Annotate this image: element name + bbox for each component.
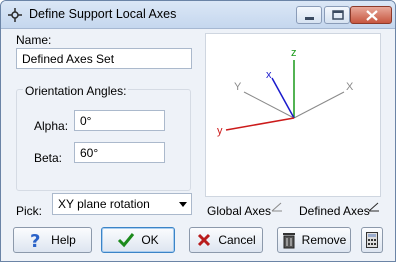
help-button[interactable]: ? Help bbox=[13, 227, 92, 253]
orientation-group bbox=[16, 89, 191, 191]
cancel-button-label: Cancel bbox=[218, 233, 256, 247]
help-button-label: Help bbox=[51, 233, 76, 247]
minimize-button[interactable] bbox=[296, 6, 322, 24]
axes-preview: X Y z x y bbox=[205, 33, 381, 197]
ok-button-label: OK bbox=[141, 233, 159, 247]
alpha-input[interactable]: 0° bbox=[74, 110, 165, 131]
pick-select[interactable]: XY plane rotation bbox=[52, 193, 192, 215]
calculator-button[interactable] bbox=[361, 227, 383, 253]
orientation-label: Orientation Angles: bbox=[23, 84, 129, 98]
dialog-window: Define Support Local Axes Name: Defined … bbox=[0, 0, 396, 262]
title-bar[interactable]: Define Support Local Axes bbox=[1, 1, 395, 29]
defined-y-label: y bbox=[217, 125, 223, 137]
app-icon bbox=[8, 8, 22, 22]
minimize-icon bbox=[305, 17, 314, 20]
ok-button[interactable]: OK bbox=[101, 227, 175, 253]
name-input[interactable]: Defined Axes Set bbox=[16, 48, 192, 69]
calculator-icon bbox=[366, 232, 378, 248]
remove-button-label: Remove bbox=[301, 233, 347, 247]
axes-diagram: X Y z x y bbox=[217, 47, 354, 137]
global-x-label: X bbox=[346, 81, 354, 93]
name-label: Name: bbox=[16, 33, 52, 47]
global-axes-icon bbox=[271, 202, 282, 212]
defined-axes-icon bbox=[368, 202, 379, 212]
maximize-icon bbox=[332, 10, 344, 20]
alpha-label: Alpha: bbox=[34, 119, 69, 133]
cancel-button[interactable]: Cancel bbox=[189, 227, 263, 253]
global-axes-legend: Global Axes bbox=[207, 204, 272, 218]
checkmark-icon bbox=[118, 233, 135, 248]
close-button[interactable] bbox=[350, 6, 392, 24]
pick-select-value: XY plane rotation bbox=[58, 197, 150, 211]
global-y-label: Y bbox=[234, 81, 242, 93]
defined-axes-legend: Defined Axes bbox=[299, 204, 370, 218]
beta-input[interactable]: 60° bbox=[74, 142, 165, 163]
svg-text:?: ? bbox=[30, 231, 40, 249]
close-icon bbox=[366, 10, 378, 21]
chevron-down-icon bbox=[179, 202, 187, 207]
maximize-button[interactable] bbox=[324, 6, 350, 24]
pick-label: Pick: bbox=[16, 204, 43, 218]
help-icon: ? bbox=[30, 231, 40, 249]
trash-icon bbox=[282, 233, 295, 249]
remove-button[interactable]: Remove bbox=[277, 227, 351, 253]
window-title: Define Support Local Axes bbox=[29, 7, 177, 21]
beta-label: Beta: bbox=[34, 151, 63, 165]
cancel-x-icon bbox=[198, 233, 211, 247]
defined-x-label: x bbox=[266, 69, 272, 81]
defined-y-axis bbox=[225, 117, 295, 131]
global-x-axis bbox=[293, 91, 345, 119]
defined-z-label: z bbox=[291, 47, 297, 59]
